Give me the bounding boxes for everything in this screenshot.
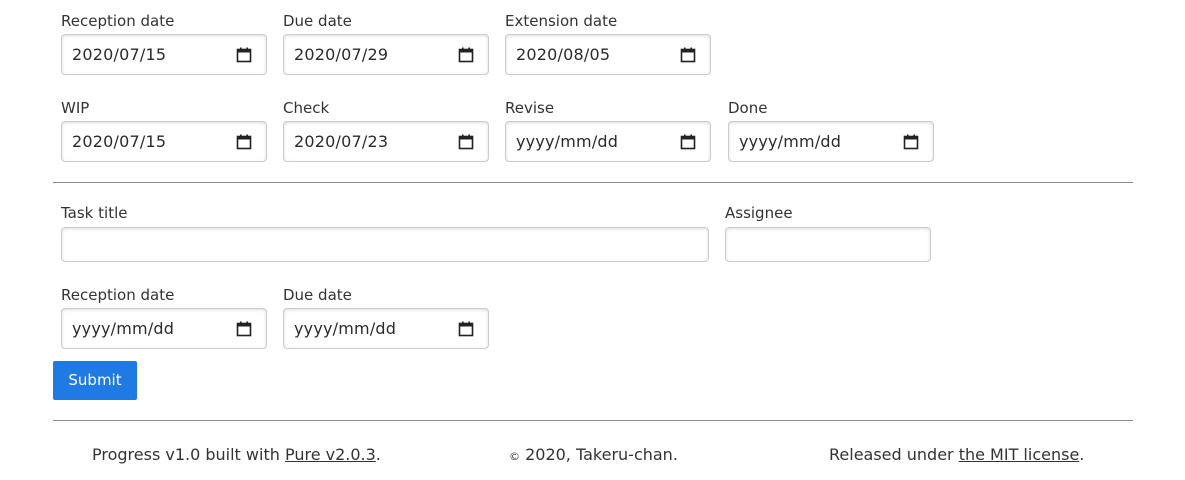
new-reception-date-input[interactable]: yyyy/mm/dd	[61, 308, 267, 349]
submit-button[interactable]: Submit	[53, 361, 137, 400]
check-label: Check	[283, 99, 330, 117]
check-date-input[interactable]: 2020/07/23	[283, 121, 489, 162]
footer-built-suffix: .	[375, 445, 381, 464]
footer-built-with: Progress v1.0 built with Pure v2.0.3.	[92, 444, 381, 466]
calendar-icon[interactable]	[236, 47, 252, 63]
revise-date-value: yyyy/mm/dd	[516, 132, 619, 151]
reception-date-input[interactable]: 2020/07/15	[61, 34, 267, 75]
extension-date-input[interactable]: 2020/08/05	[505, 34, 711, 75]
due-date-value: 2020/07/29	[294, 45, 389, 64]
calendar-icon[interactable]	[236, 321, 252, 337]
calendar-icon[interactable]	[680, 47, 696, 63]
wip-label: WIP	[61, 99, 90, 117]
footer-license-prefix: Released under	[829, 445, 959, 464]
task-title-label: Task title	[61, 204, 128, 222]
calendar-icon[interactable]	[903, 134, 919, 150]
copyright-text: 2020, Takeru-chan.	[520, 445, 678, 464]
copyright-symbol: ©	[509, 450, 520, 463]
new-due-date-value: yyyy/mm/dd	[294, 319, 397, 338]
due-date-input[interactable]: 2020/07/29	[283, 34, 489, 75]
calendar-icon[interactable]	[458, 321, 474, 337]
due-date-label: Due date	[283, 12, 352, 30]
calendar-icon[interactable]	[680, 134, 696, 150]
footer-copyright: © 2020, Takeru-chan.	[509, 444, 678, 468]
wip-date-value: 2020/07/15	[72, 132, 167, 151]
new-reception-date-value: yyyy/mm/dd	[72, 319, 175, 338]
new-due-date-label: Due date	[283, 286, 352, 304]
reception-date-label: Reception date	[61, 12, 175, 30]
new-reception-date-label: Reception date	[61, 286, 175, 304]
mit-license-link[interactable]: the MIT license	[959, 445, 1080, 464]
check-date-value: 2020/07/23	[294, 132, 389, 151]
footer-built-prefix: Progress v1.0 built with	[92, 445, 285, 464]
footer-divider	[53, 420, 1133, 421]
revise-date-input[interactable]: yyyy/mm/dd	[505, 121, 711, 162]
task-title-input[interactable]	[61, 227, 709, 262]
extension-date-value: 2020/08/05	[516, 45, 611, 64]
done-date-input[interactable]: yyyy/mm/dd	[728, 121, 934, 162]
calendar-icon[interactable]	[458, 47, 474, 63]
calendar-icon[interactable]	[458, 134, 474, 150]
footer-license: Released under the MIT license.	[829, 444, 1084, 466]
assignee-input[interactable]	[725, 227, 931, 262]
done-label: Done	[728, 99, 768, 117]
wip-date-input[interactable]: 2020/07/15	[61, 121, 267, 162]
footer-license-suffix: .	[1079, 445, 1085, 464]
calendar-icon[interactable]	[236, 134, 252, 150]
assignee-label: Assignee	[725, 204, 793, 222]
new-due-date-input[interactable]: yyyy/mm/dd	[283, 308, 489, 349]
section-divider	[53, 182, 1133, 183]
pure-link[interactable]: Pure v2.0.3	[285, 445, 376, 464]
revise-label: Revise	[505, 99, 555, 117]
reception-date-value: 2020/07/15	[72, 45, 167, 64]
done-date-value: yyyy/mm/dd	[739, 132, 842, 151]
extension-date-label: Extension date	[505, 12, 618, 30]
